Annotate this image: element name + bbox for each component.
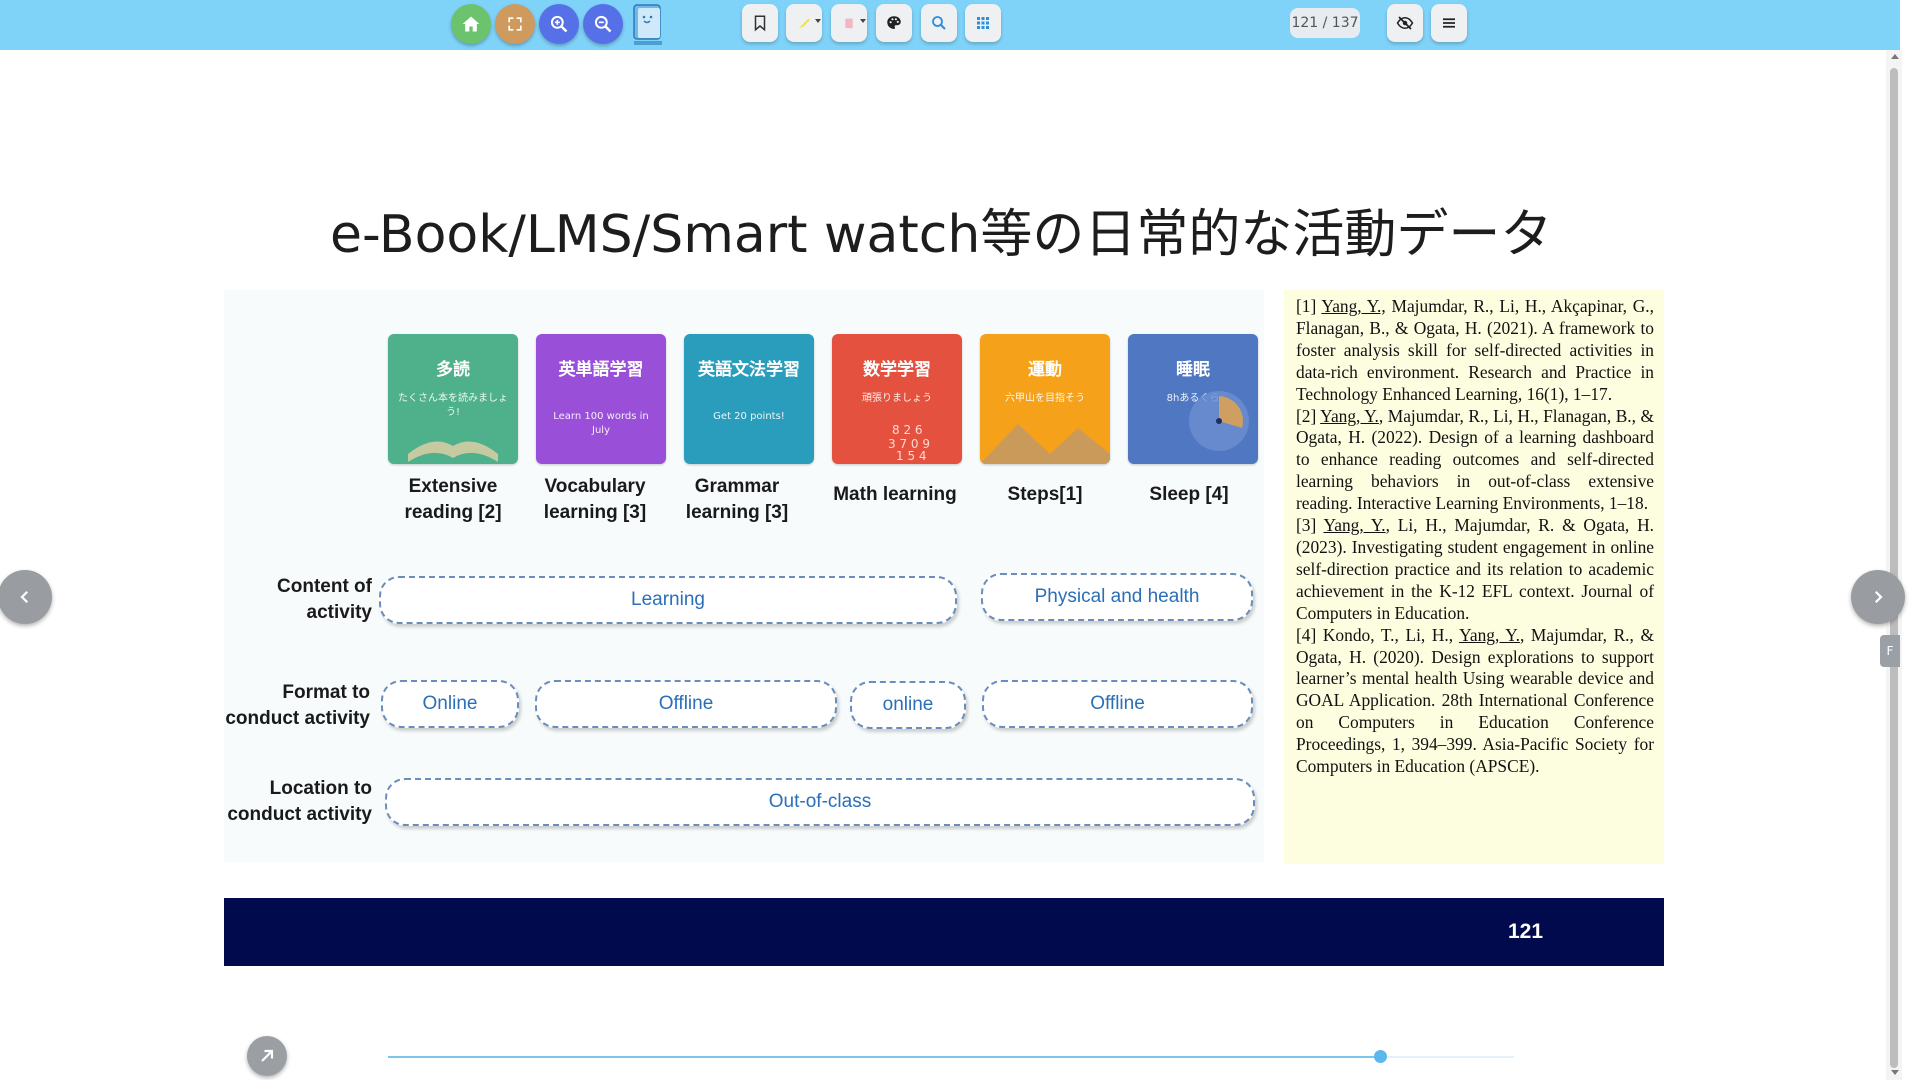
menu-button[interactable]: [1431, 4, 1467, 42]
svg-text:8 2 6: 8 2 6: [892, 423, 923, 437]
search-icon: [932, 16, 946, 30]
chevron-left-icon: [20, 590, 29, 604]
card-subtitle: 頑張りましょう: [862, 393, 932, 404]
reference-3: [3] Yang, Y., Li, H., Majumdar, R. & Oga…: [1296, 515, 1655, 623]
card-subtitle: Learn 100 words in July: [553, 411, 649, 436]
zoom-out-button[interactable]: [583, 4, 623, 44]
card-title: 多読: [436, 360, 470, 380]
chevron-down-icon: [860, 19, 866, 23]
chevron-right-icon: [1874, 590, 1883, 604]
references-panel: [1] Yang, Y., Majumdar, R., Li, H., Akça…: [1284, 290, 1664, 864]
grid-icon: [977, 17, 989, 29]
card-title: 運動: [1028, 360, 1062, 380]
numbers-icon: 8 2 63 7 0 91 5 4: [888, 423, 930, 463]
pill-online-2: online: [850, 681, 966, 729]
grid-view-button[interactable]: [965, 4, 1001, 42]
home-button[interactable]: [451, 4, 491, 44]
zoom-in-icon: [550, 15, 568, 33]
hide-button[interactable]: [1387, 4, 1423, 42]
search-button[interactable]: [921, 4, 957, 42]
card-label-vocabulary: Vocabulary learning [3]: [543, 476, 647, 523]
author-highlight: Yang, Y.: [1320, 405, 1379, 426]
card-label-steps: Steps[1]: [1007, 484, 1083, 505]
card-math: 数学学習 頑張りましょう 8 2 63 7 0 91 5 4: [832, 334, 962, 464]
palette-button[interactable]: [876, 4, 912, 42]
card-grammar: 英語文法学習 Get 20 points!: [684, 334, 814, 464]
arrow-up-right-icon: [261, 1049, 274, 1062]
slider-handle[interactable]: [1374, 1050, 1387, 1063]
author-highlight: Yang, Y.: [1323, 515, 1386, 536]
card-exercise: 運動 六甲山を目指そう: [980, 334, 1110, 464]
card-subtitle: Get 20 points!: [713, 411, 785, 422]
pill-offline: Offline: [535, 680, 837, 728]
eye-off-icon: [1396, 16, 1414, 30]
home-icon: [462, 16, 480, 32]
scrollbar-thumb[interactable]: [1890, 68, 1898, 1068]
menu-icon: [1443, 18, 1455, 28]
card-title: 睡眠: [1176, 360, 1210, 380]
page-slider[interactable]: [388, 1050, 1514, 1063]
reference-2: [2] Yang, Y., Majumdar, R., Li, H., Flan…: [1296, 405, 1655, 514]
svg-text:1 5 4: 1 5 4: [896, 449, 927, 463]
slider-fill: [388, 1056, 1380, 1058]
pill-physical-health: Physical and health: [981, 573, 1253, 621]
row-label-format: Format to conduct activity: [225, 682, 370, 729]
previous-page-button[interactable]: [0, 570, 52, 624]
reference-4: [4] Kondo, T., Li, H., Yang, Y., Majumda…: [1296, 624, 1654, 777]
slide-page-number: 121: [1508, 920, 1544, 943]
card-title: 英語文法学習: [698, 360, 800, 380]
book-icon: [408, 441, 498, 462]
app-logo: [630, 3, 666, 47]
expand-button[interactable]: [247, 1036, 287, 1076]
slide-footer-bar: [224, 898, 1664, 966]
row-label-content: Content of activity: [277, 576, 372, 623]
zoom-in-button[interactable]: [539, 4, 579, 44]
fullscreen-icon: [508, 17, 522, 31]
side-panel-tab[interactable]: F: [1880, 635, 1900, 667]
palette-icon: [887, 16, 901, 29]
row-label-location: Location to conduct activity: [227, 778, 372, 825]
slide-title: e-Book/LMS/Smart watch等の日常的な活動データ: [330, 205, 1553, 265]
pill-offline-2: Offline: [982, 680, 1253, 728]
vertical-scrollbar[interactable]: [1886, 50, 1902, 1080]
highlighter-button[interactable]: [786, 4, 822, 42]
clock-icon: [1189, 391, 1249, 451]
card-sleep: 睡眠 8hあるくら: [1128, 334, 1258, 464]
card-title: 英単語学習: [558, 360, 644, 380]
eraser-button[interactable]: [831, 4, 867, 42]
next-page-button[interactable]: [1851, 570, 1905, 624]
activity-diagram: 多読 たくさん本を読みましょう! 英単語学習 Learn 100 words i…: [224, 290, 1264, 862]
zoom-out-icon: [594, 15, 612, 33]
fullscreen-button[interactable]: [495, 4, 535, 44]
pill-online: Online: [381, 680, 519, 728]
card-subtitle: 六甲山を目指そう: [1005, 393, 1085, 404]
eraser-icon: [845, 18, 853, 29]
pill-learning: Learning: [379, 576, 957, 624]
mountain-icon: [980, 424, 1110, 464]
card-label-math: Math learning: [833, 484, 957, 505]
scroll-up-icon[interactable]: [1891, 54, 1899, 59]
scroll-down-icon[interactable]: [1891, 1070, 1899, 1075]
card-title: 数学学習: [863, 360, 931, 380]
card-vocabulary: 英単語学習 Learn 100 words in July: [536, 334, 666, 464]
pill-out-of-class: Out-of-class: [385, 778, 1255, 826]
author-highlight: Yang, Y.: [1459, 624, 1520, 645]
bookmark-icon: [754, 15, 766, 32]
card-label-sleep: Sleep [4]: [1149, 484, 1229, 505]
card-label-extensive-reading: Extensive reading [2]: [404, 476, 502, 523]
reference-1: [1] Yang, Y., Majumdar, R., Li, H., Akça…: [1296, 296, 1654, 404]
highlighter-icon: [798, 18, 810, 29]
author-highlight: Yang, Y.,: [1321, 296, 1386, 316]
card-label-grammar: Grammar learning [3]: [685, 476, 789, 523]
chevron-down-icon: [815, 19, 821, 23]
page-indicator[interactable]: 121 / 137: [1290, 8, 1360, 38]
top-toolbar: 121 / 137: [0, 0, 1900, 50]
bookmark-button[interactable]: [742, 4, 778, 42]
card-extensive-reading: 多読 たくさん本を読みましょう!: [388, 334, 518, 464]
